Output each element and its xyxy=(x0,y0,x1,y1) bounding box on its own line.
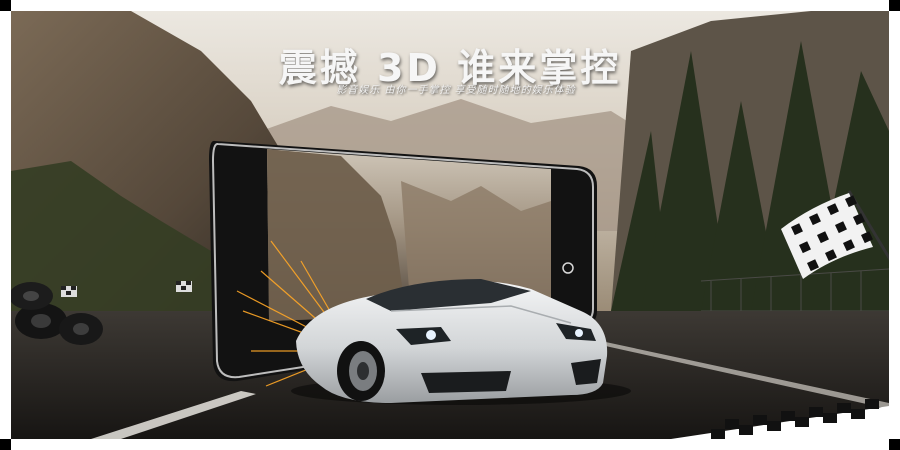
corner-mark xyxy=(0,0,11,11)
corner-mark xyxy=(889,439,900,450)
corner-mark xyxy=(0,439,11,450)
promo-banner: 震撼 3D 谁来掌控 影音娱乐 由你一手掌控 享受随时随地的娱乐体验 xyxy=(11,11,889,439)
corner-mark xyxy=(889,0,900,11)
banner-subline: 影音娱乐 由你一手掌控 享受随时随地的娱乐体验 xyxy=(336,85,576,96)
page-frame: 震撼 3D 谁来掌控 影音娱乐 由你一手掌控 享受随时随地的娱乐体验 xyxy=(0,0,900,450)
